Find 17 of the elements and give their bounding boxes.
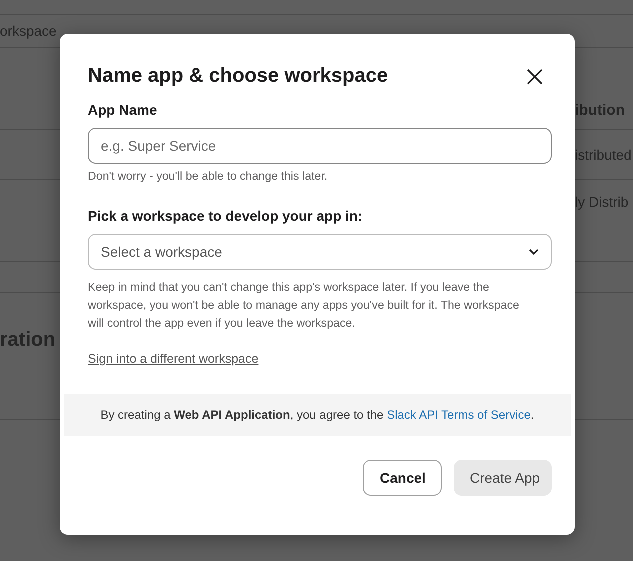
hint-text: Don't worry - you'll be able to change this later. bbox=[88, 169, 329, 185]
chevron-down-icon bbox=[529, 248, 539, 256]
workspace-dropdown[interactable]: Select a workspace bbox=[88, 234, 552, 270]
page-text: ibution bbox=[575, 102, 625, 121]
field-label: Pick a workspace to develop your app in: bbox=[88, 208, 364, 224]
cancel-button[interactable]: Cancel bbox=[363, 460, 442, 496]
page-text: istributed bbox=[575, 146, 632, 162]
sign-in-link[interactable]: Sign into a different workspace bbox=[88, 352, 259, 366]
field-label: App Name bbox=[88, 102, 158, 118]
terms-text: By creating a Web API Application, you agree to the Slack API Terms of Service. bbox=[100, 408, 534, 422]
dialog-title: Name app & choose workspace bbox=[88, 64, 388, 88]
page-text: ration bbox=[0, 328, 56, 352]
terms-link[interactable]: Slack API Terms of Service bbox=[387, 408, 531, 422]
page-text: orkspace bbox=[0, 23, 57, 39]
close-icon[interactable] bbox=[527, 69, 543, 85]
hint-text: Keep in mind that you can't change this app's workspace later. If you leave the workspace, you won't be able to manage any apps you've built for it. The workspace will control the app even if you leave the workspace. bbox=[88, 280, 520, 332]
app-name-field[interactable]: e.g. Super Service bbox=[88, 128, 552, 164]
